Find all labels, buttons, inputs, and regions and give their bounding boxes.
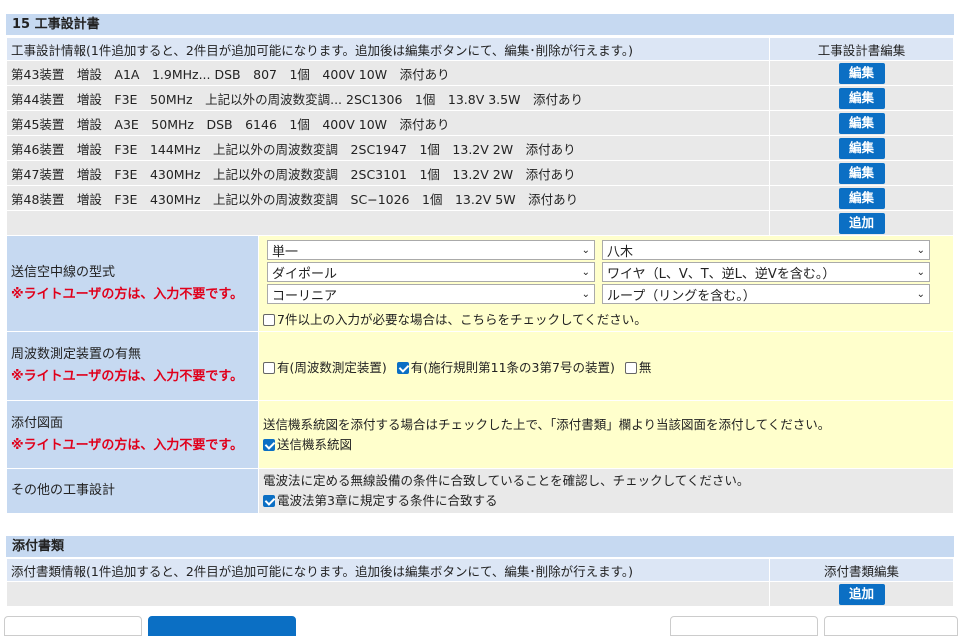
add-row: 追加	[6, 581, 954, 607]
edit-button[interactable]: 編集	[838, 137, 885, 159]
attachments-table: 添付書類情報(1件追加すると、2件目が追加可能になります。追加後は編集ボタンにて…	[6, 558, 954, 607]
antenna-select-4[interactable]: ワイヤ（L、V、T、逆L、逆Vを含む。） ⌄	[602, 262, 930, 282]
more-antenna-label: 7件以上の入力が必要な場合は、こちらをチェックしてください。	[277, 312, 647, 327]
table-row: 第45装置 増設 A3E 50MHz DSB 6146 1個 400V 10W …	[6, 110, 954, 136]
header-edit: 工事設計書編集	[769, 37, 954, 61]
chevron-down-icon: ⌄	[581, 244, 590, 256]
radio-law-checkbox[interactable]	[263, 495, 275, 507]
freq-option-3-checkbox[interactable]	[624, 361, 637, 374]
bottom-button-3[interactable]	[670, 616, 818, 636]
edit-button[interactable]: 編集	[838, 162, 885, 184]
drawing-label: 添付図面	[11, 415, 64, 431]
more-antenna-checkbox[interactable]	[263, 314, 275, 326]
section-title-attachments: 添付書類	[6, 536, 954, 558]
row-text: 第43装置 増設 A1A 1.9MHz... DSB 807 1個 400V 1…	[6, 60, 770, 86]
edit-button[interactable]: 編集	[838, 187, 885, 209]
freq-option-3-label: 無	[638, 359, 652, 375]
row-text: 第44装置 増設 F3E 50MHz 上記以外の周波数変調... 2SC1306…	[6, 85, 770, 111]
other-note: 電波法に定める無線設備の条件に合致していることを確認し、チェックしてください。	[263, 473, 750, 488]
light-user-note: ※ライトユーザの方は、入力不要です。	[11, 286, 244, 302]
bottom-button-1[interactable]	[4, 616, 142, 636]
table-row: 第46装置 増設 F3E 144MHz 上記以外の周波数変調 2SC1947 1…	[6, 135, 954, 161]
freq-option-2-label: 有(施行規則第11条の3第7号の装置)	[410, 359, 615, 375]
row-text: 第46装置 増設 F3E 144MHz 上記以外の周波数変調 2SC1947 1…	[6, 135, 770, 161]
add-row: 追加	[6, 210, 954, 236]
header-info: 工事設計情報(1件追加すると、2件目が追加可能になります。追加後は編集ボタンにて…	[6, 37, 770, 61]
construction-design-table: 工事設計情報(1件追加すると、2件目が追加可能になります。追加後は編集ボタンにて…	[6, 37, 954, 236]
other-value-cell: 電波法に定める無線設備の条件に合致していることを確認し、チェックしてください。 …	[258, 468, 954, 514]
antenna-label: 送信空中線の型式	[11, 264, 116, 280]
add-attachment-button[interactable]: 追加	[838, 583, 885, 605]
transmitter-diagram-label: 送信機系統図	[277, 436, 353, 452]
freq-option-1-label: 有(周波数測定装置)	[277, 359, 387, 375]
chevron-down-icon: ⌄	[581, 288, 590, 300]
antenna-select-2[interactable]: 八木 ⌄	[602, 240, 930, 260]
row-text: 第48装置 増設 F3E 430MHz 上記以外の周波数変調 SC−1026 1…	[6, 185, 770, 211]
bottom-button-4[interactable]	[824, 616, 958, 636]
freq-value-cell: 有(周波数測定装置) 有(施行規則第11条の3第7号の装置) 無	[258, 331, 954, 401]
header-edit: 添付書類編集	[769, 558, 954, 582]
table-row: 第47装置 増設 F3E 430MHz 上記以外の周波数変調 2SC3101 1…	[6, 160, 954, 186]
antenna-select-5[interactable]: コーリニア ⌄	[267, 284, 595, 304]
antenna-label-cell: 送信空中線の型式 ※ライトユーザの方は、入力不要です。	[6, 235, 259, 332]
light-user-note: ※ライトユーザの方は、入力不要です。	[11, 437, 244, 453]
antenna-select-1[interactable]: 単一 ⌄	[267, 240, 595, 260]
light-user-note: ※ライトユーザの方は、入力不要です。	[11, 369, 244, 384]
chevron-down-icon: ⌄	[916, 266, 925, 278]
radio-law-label: 電波法第3章に規定する条件に合致する	[277, 493, 498, 508]
table-row: 第44装置 増設 F3E 50MHz 上記以外の周波数変調... 2SC1306…	[6, 85, 954, 111]
transmitter-diagram-checkbox[interactable]	[263, 438, 275, 451]
freq-option-2-checkbox[interactable]	[396, 361, 409, 374]
drawing-value-cell: 送信機系統図を添付する場合はチェックした上で、「添付書類」欄より当該図面を添付し…	[258, 400, 954, 469]
bottom-button-primary[interactable]	[148, 616, 296, 636]
row-text: 第45装置 増設 A3E 50MHz DSB 6146 1個 400V 10W …	[6, 110, 770, 136]
drawing-label-cell: 添付図面 ※ライトユーザの方は、入力不要です。	[6, 400, 259, 469]
other-label-cell: その他の工事設計	[6, 468, 259, 514]
freq-label-cell: 周波数測定装置の有無 ※ライトユーザの方は、入力不要です。	[6, 331, 259, 401]
edit-button[interactable]: 編集	[838, 112, 885, 134]
freq-label: 周波数測定装置の有無	[11, 347, 142, 362]
edit-button[interactable]: 編集	[838, 87, 885, 109]
add-button[interactable]: 追加	[838, 212, 885, 234]
chevron-down-icon: ⌄	[581, 266, 590, 278]
antenna-select-3[interactable]: ダイポール ⌄	[267, 262, 595, 282]
freq-option-1-checkbox[interactable]	[263, 361, 275, 374]
table-header-row: 添付書類情報(1件追加すると、2件目が追加可能になります。追加後は編集ボタンにて…	[6, 558, 954, 582]
other-label: その他の工事設計	[11, 483, 116, 498]
drawing-note: 送信機系統図を添付する場合はチェックした上で、「添付書類」欄より当該図面を添付し…	[263, 416, 831, 432]
chevron-down-icon: ⌄	[916, 244, 925, 256]
row-text: 第47装置 増設 F3E 430MHz 上記以外の周波数変調 2SC3101 1…	[6, 160, 770, 186]
antenna-select-6[interactable]: ループ（リングを含む。） ⌄	[602, 284, 930, 304]
construction-form: 送信空中線の型式 ※ライトユーザの方は、入力不要です。 単一 ⌄ 八木 ⌄ ダイポール…	[6, 235, 954, 514]
edit-button[interactable]: 編集	[838, 62, 885, 84]
section-title-construction-design: 15 工事設計書	[6, 14, 954, 36]
header-info: 添付書類情報(1件追加すると、2件目が追加可能になります。追加後は編集ボタンにて…	[6, 558, 770, 582]
table-row: 第43装置 増設 A1A 1.9MHz... DSB 807 1個 400V 1…	[6, 60, 954, 86]
chevron-down-icon: ⌄	[916, 288, 925, 300]
antenna-value-cell: 単一 ⌄ 八木 ⌄ ダイポール ⌄ ワイヤ（L、V、T、逆L、逆Vを含む。） ⌄ コーリニア…	[258, 235, 954, 332]
table-row: 第48装置 増設 F3E 430MHz 上記以外の周波数変調 SC−1026 1…	[6, 185, 954, 211]
table-header-row: 工事設計情報(1件追加すると、2件目が追加可能になります。追加後は編集ボタンにて…	[6, 37, 954, 61]
